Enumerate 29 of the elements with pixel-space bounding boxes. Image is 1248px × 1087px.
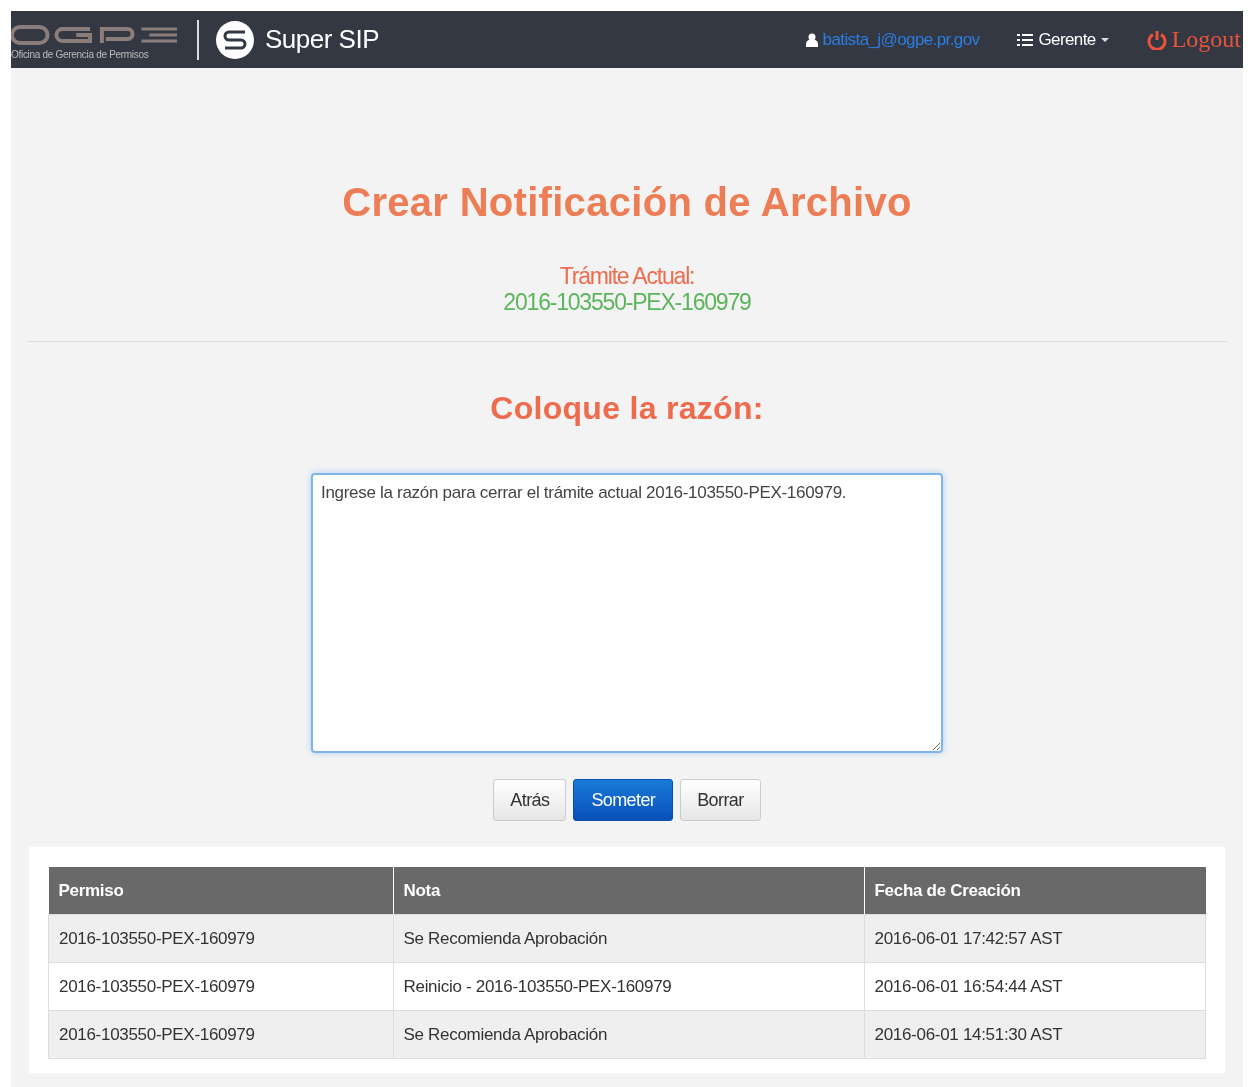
page-title: Crear Notificación de Archivo [342, 180, 912, 225]
app-name[interactable]: Super SIP [265, 24, 379, 55]
reason-field[interactable]: Ingrese la razón para cerrar el trámite actual 2016-103550-PEX-160979. [311, 473, 943, 753]
table-cell: Se Recomienda Aprobación [393, 914, 864, 963]
table-cell: 2016-06-01 17:42:57 AST [864, 914, 1206, 963]
logo-icon [215, 19, 255, 60]
form-button[interactable]: Borrar [680, 779, 761, 821]
caret-icon [1100, 37, 1109, 42]
logo-icon [11, 23, 179, 46]
form-button[interactable]: Atrás [493, 779, 567, 821]
table-cell: 2016-103550-PEX-160979 [48, 962, 393, 1011]
table-cell: Se Recomienda Aprobación [393, 1010, 864, 1059]
table-cell: 2016-103550-PEX-160979 [48, 1010, 393, 1059]
form-button[interactable]: Someter [573, 779, 674, 821]
current-label: Trámite Actual: [559, 263, 695, 289]
table-cell: 2016-06-01 14:51:30 AST [864, 1010, 1206, 1059]
column-header: Permiso [48, 867, 393, 915]
power-icon [1146, 29, 1167, 50]
logo-subtitle: Oficina de Gerencia de Permisos [11, 48, 149, 60]
role-menu[interactable]: Gerente [1017, 29, 1109, 50]
table-cell: 2016-103550-PEX-160979 [48, 914, 393, 963]
user-icon [805, 32, 818, 47]
table-cell: Reinicio - 2016-103550-PEX-160979 [393, 962, 864, 1011]
current-value: 2016-103550-PEX-160979 [503, 289, 751, 315]
list-icon [1017, 33, 1034, 46]
column-header: Fecha de Creación [864, 867, 1206, 915]
column-header: Nota [393, 867, 864, 915]
table-cell: 2016-06-01 16:54:44 AST [864, 962, 1206, 1011]
reason-heading: Coloque la razón: [490, 390, 764, 427]
